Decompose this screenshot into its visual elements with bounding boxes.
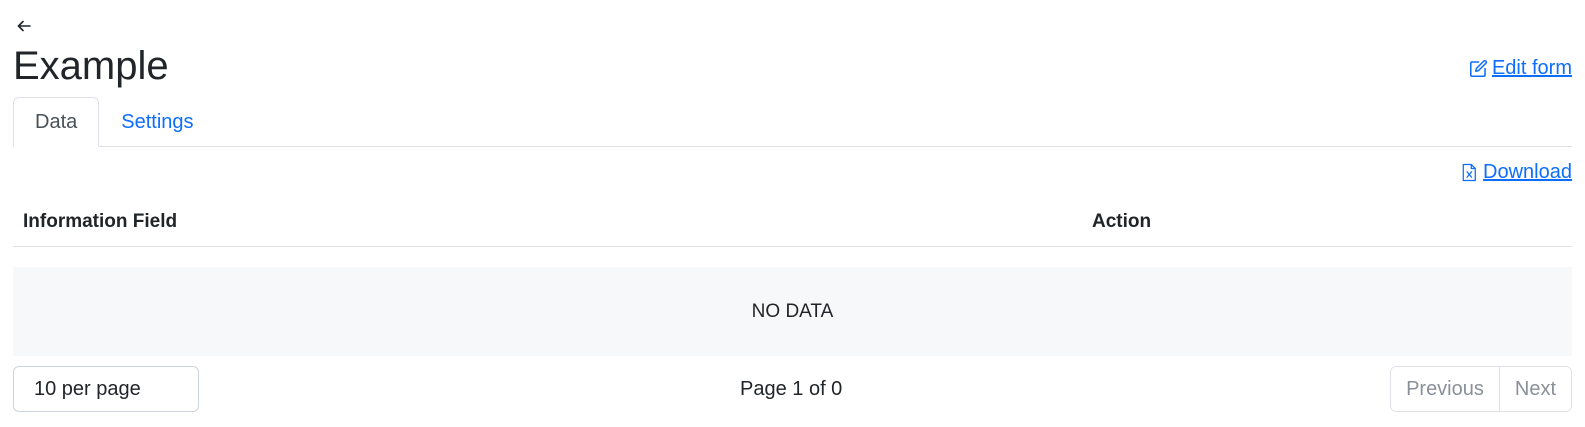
download-label: Download: [1483, 161, 1572, 183]
edit-form-link[interactable]: Edit form: [1469, 57, 1572, 80]
empty-state: NO DATA: [13, 267, 1572, 356]
column-header-action: Action: [1092, 211, 1152, 232]
tab-settings[interactable]: Settings: [99, 97, 215, 147]
tab-data[interactable]: Data: [13, 97, 100, 147]
page: Example Edit form Data Settings Download…: [0, 0, 1585, 427]
empty-state-text: NO DATA: [751, 300, 834, 322]
page-title: Example: [13, 44, 169, 88]
back-button[interactable]: [14, 16, 34, 36]
pencil-square-icon: [1469, 59, 1488, 77]
download-link[interactable]: Download: [1461, 161, 1572, 184]
column-header-information-field: Information Field: [23, 211, 178, 232]
edit-form-label: Edit form: [1491, 57, 1572, 79]
tab-bar: Data Settings: [13, 97, 1572, 147]
per-page-select[interactable]: 10 per page: [13, 366, 199, 412]
page-info: Page 1 of 0: [740, 378, 843, 400]
file-excel-icon: [1462, 163, 1476, 182]
previous-button[interactable]: Previous: [1391, 367, 1499, 411]
arrow-left-icon: [17, 20, 31, 32]
pagination-controls: Previous Next: [1390, 366, 1572, 412]
next-button[interactable]: Next: [1498, 367, 1571, 411]
table-header: Information Field Action: [13, 200, 1572, 247]
